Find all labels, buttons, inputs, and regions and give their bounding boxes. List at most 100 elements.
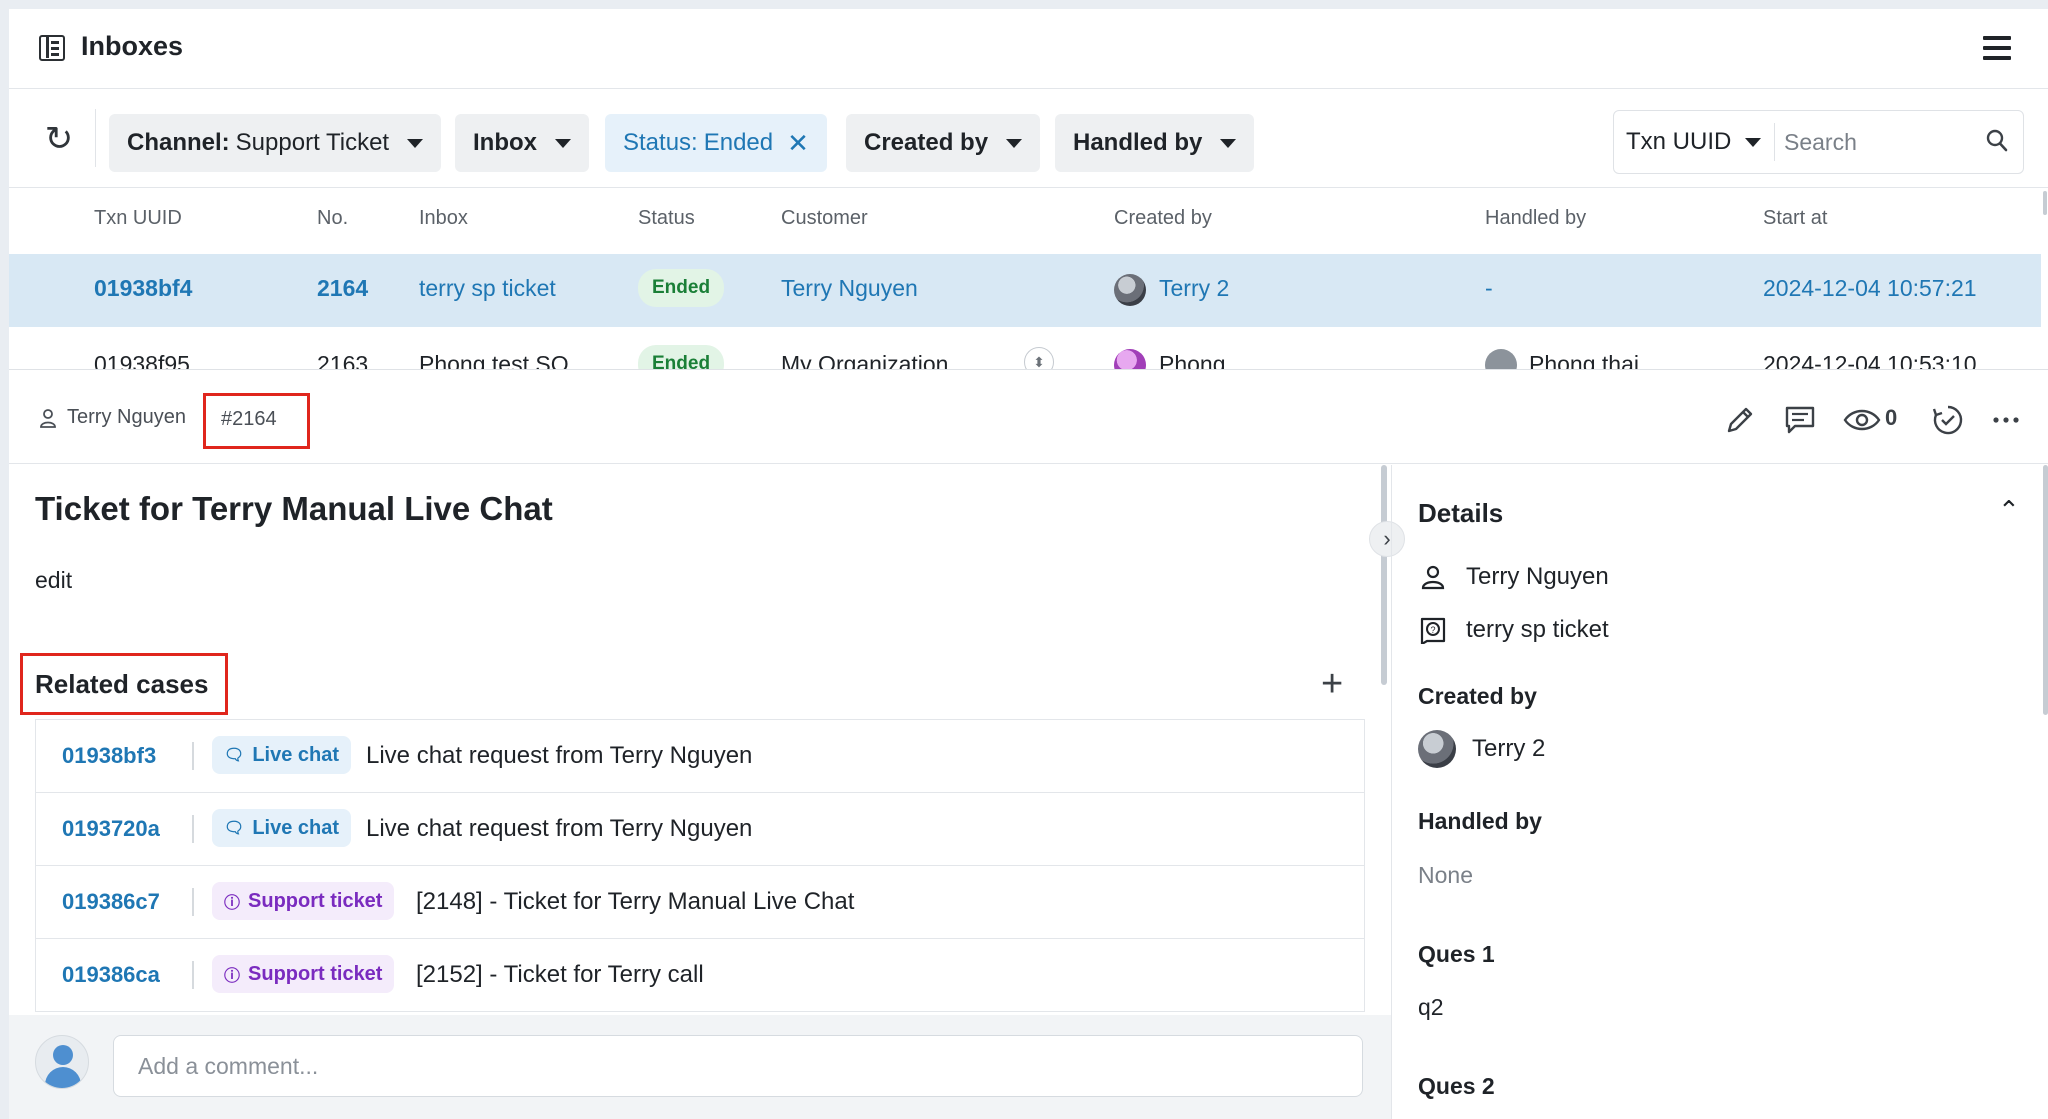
watcher-count: 0 <box>1885 405 1898 430</box>
handled-by-filter-label: Handled by <box>1073 129 1203 156</box>
status-badge: Ended <box>638 269 725 307</box>
ticket-number[interactable]: 2163 <box>317 351 368 369</box>
search-type-select[interactable]: Txn UUID <box>1626 111 1762 173</box>
eye-icon[interactable] <box>1843 403 1881 437</box>
chat-bubble-icon: 🗨 <box>224 747 245 764</box>
chevron-down-icon <box>407 138 424 148</box>
handled-by-heading: Handled by <box>1418 808 1542 834</box>
ticket-number[interactable]: 2164 <box>317 275 368 302</box>
handled-by-filter[interactable]: Handled by <box>1055 114 1255 172</box>
search-type-value: Txn UUID <box>1626 128 1732 155</box>
channel-tag: ⓘ Support ticket <box>212 882 395 920</box>
person-icon <box>40 409 56 428</box>
details-created-by[interactable]: Terry 2 <box>1418 730 1545 768</box>
divider <box>192 815 194 843</box>
chevron-down-icon <box>1220 138 1237 148</box>
column-header[interactable]: Customer <box>781 207 868 230</box>
close-icon[interactable]: ✕ <box>787 128 809 159</box>
chat-bubble-icon: 🗨 <box>224 820 245 837</box>
inbox-link[interactable]: Phong test SO <box>419 351 569 369</box>
column-header[interactable]: Created by <box>1114 207 1212 230</box>
column-header[interactable]: Txn UUID <box>94 207 182 230</box>
table-row[interactable]: 01938bf4 2164 terry sp ticket Ended Terr… <box>9 254 2041 327</box>
ticket-customer-name[interactable]: Terry Nguyen <box>67 406 186 429</box>
txn-uuid-link[interactable]: 01938f95 <box>94 351 190 369</box>
search-icon[interactable] <box>1986 129 2008 153</box>
table-scrollbar[interactable] <box>2043 191 2047 215</box>
list-item[interactable]: 019386ca ⓘ Support ticket [2152] - Ticket… <box>36 939 1364 1012</box>
details-heading: Details <box>1418 498 1504 528</box>
related-case-id[interactable]: 019386c7 <box>62 889 160 915</box>
created-by-link[interactable]: Terry 2 <box>1159 275 1229 302</box>
comment-icon[interactable] <box>1783 403 1817 437</box>
customer-link[interactable]: My Organization <box>781 351 948 369</box>
plus-icon[interactable]: + <box>1321 663 1343 706</box>
related-case-title[interactable]: Live chat request from Terry Nguyen <box>366 815 752 843</box>
list-item[interactable]: 01938bf3 🗨 Live chat Live chat request fr… <box>36 720 1364 793</box>
channel-tag-label: Support ticket <box>248 889 383 912</box>
ticket-title: Ticket for Terry Manual Live Chat <box>35 490 553 527</box>
details-inbox-name: terry sp ticket <box>1466 616 1609 643</box>
app-window: Inboxes ↻ Channel: Support Ticket Inbox … <box>9 9 2048 1119</box>
page-header: Inboxes <box>9 9 2048 89</box>
details-inbox[interactable]: ? terry sp ticket <box>1418 616 1609 644</box>
channel-tag: 🗨 Live chat <box>212 736 352 774</box>
channel-tag-label: Support ticket <box>248 962 383 985</box>
avatar <box>35 1035 89 1089</box>
more-icon[interactable] <box>1989 403 2023 437</box>
column-header[interactable]: Handled by <box>1485 207 1586 230</box>
related-case-id[interactable]: 01938bf3 <box>62 743 156 769</box>
related-case-title[interactable]: [2152] - Ticket for Terry call <box>416 961 704 989</box>
search-input[interactable] <box>1784 121 1974 163</box>
created-by-filter-label: Created by <box>864 129 989 156</box>
divider <box>192 888 194 916</box>
column-header[interactable]: Start at <box>1763 207 1827 230</box>
ticket-detail-bar: Terry Nguyen #2164 0 <box>9 369 2048 464</box>
chevron-down-icon <box>555 138 571 148</box>
status-filter[interactable]: Status: Ended ✕ <box>605 114 827 172</box>
details-customer[interactable]: Terry Nguyen <box>1418 563 1609 591</box>
support-icon: ? <box>1420 617 1446 644</box>
content-scrollbar[interactable] <box>1381 465 1387 685</box>
ticket-description[interactable]: edit <box>35 567 72 594</box>
ticket-number-label: #2164 <box>221 408 277 430</box>
avatar <box>1485 349 1517 369</box>
details-panel: Details ⌃ Terry Nguyen ? terry sp ticket… <box>1392 465 2048 1119</box>
created-by-link[interactable]: Phong <box>1159 351 1226 369</box>
start-at-value: 2024-12-04 10:57:21 <box>1763 275 1977 301</box>
divider <box>192 742 194 770</box>
column-header[interactable]: Status <box>638 207 695 230</box>
customer-link[interactable]: Terry Nguyen <box>781 275 918 302</box>
column-header[interactable]: No. <box>317 207 348 230</box>
filter-toolbar: ↻ Channel: Support Ticket Inbox Status: … <box>9 89 2048 188</box>
svg-text:?: ? <box>1430 625 1435 635</box>
page-title: Inboxes <box>81 31 184 61</box>
toolbar-divider <box>95 109 96 167</box>
inbox-filter[interactable]: Inbox <box>455 114 589 172</box>
avatar <box>1114 274 1146 306</box>
search-divider <box>1774 123 1775 161</box>
check-history-icon[interactable] <box>1931 403 1965 437</box>
chevron-up-icon[interactable]: ⌃ <box>1998 495 2020 526</box>
list-item[interactable]: 0193720a 🗨 Live chat Live chat request fr… <box>36 793 1364 866</box>
channel-filter[interactable]: Channel: Support Ticket <box>109 114 442 172</box>
pencil-icon[interactable] <box>1723 403 1757 437</box>
inbox-icon <box>39 35 65 61</box>
related-case-id[interactable]: 019386ca <box>62 962 160 988</box>
status-filter-value: Ended <box>703 129 774 156</box>
related-case-title[interactable]: [2148] - Ticket for Terry Manual Live Ch… <box>416 888 854 916</box>
related-case-title[interactable]: Live chat request from Terry Nguyen <box>366 742 752 770</box>
ques2-heading: Ques 2 <box>1418 1073 1495 1099</box>
handled-by-value: - <box>1485 275 1493 301</box>
comment-input[interactable]: Add a comment... <box>113 1035 1363 1097</box>
ques1-value: q2 <box>1418 994 1444 1020</box>
hamburger-menu-icon[interactable] <box>1983 36 2011 60</box>
txn-uuid-link[interactable]: 01938bf4 <box>94 275 192 302</box>
created-by-filter[interactable]: Created by <box>846 114 1041 172</box>
inbox-link[interactable]: terry sp ticket <box>419 275 556 302</box>
list-item[interactable]: 019386c7 ⓘ Support ticket [2148] - Ticket… <box>36 866 1364 939</box>
column-header[interactable]: Inbox <box>419 207 468 230</box>
panel-scrollbar[interactable] <box>2043 465 2048 715</box>
refresh-icon[interactable]: ↻ <box>33 113 85 165</box>
related-case-id[interactable]: 0193720a <box>62 816 160 842</box>
